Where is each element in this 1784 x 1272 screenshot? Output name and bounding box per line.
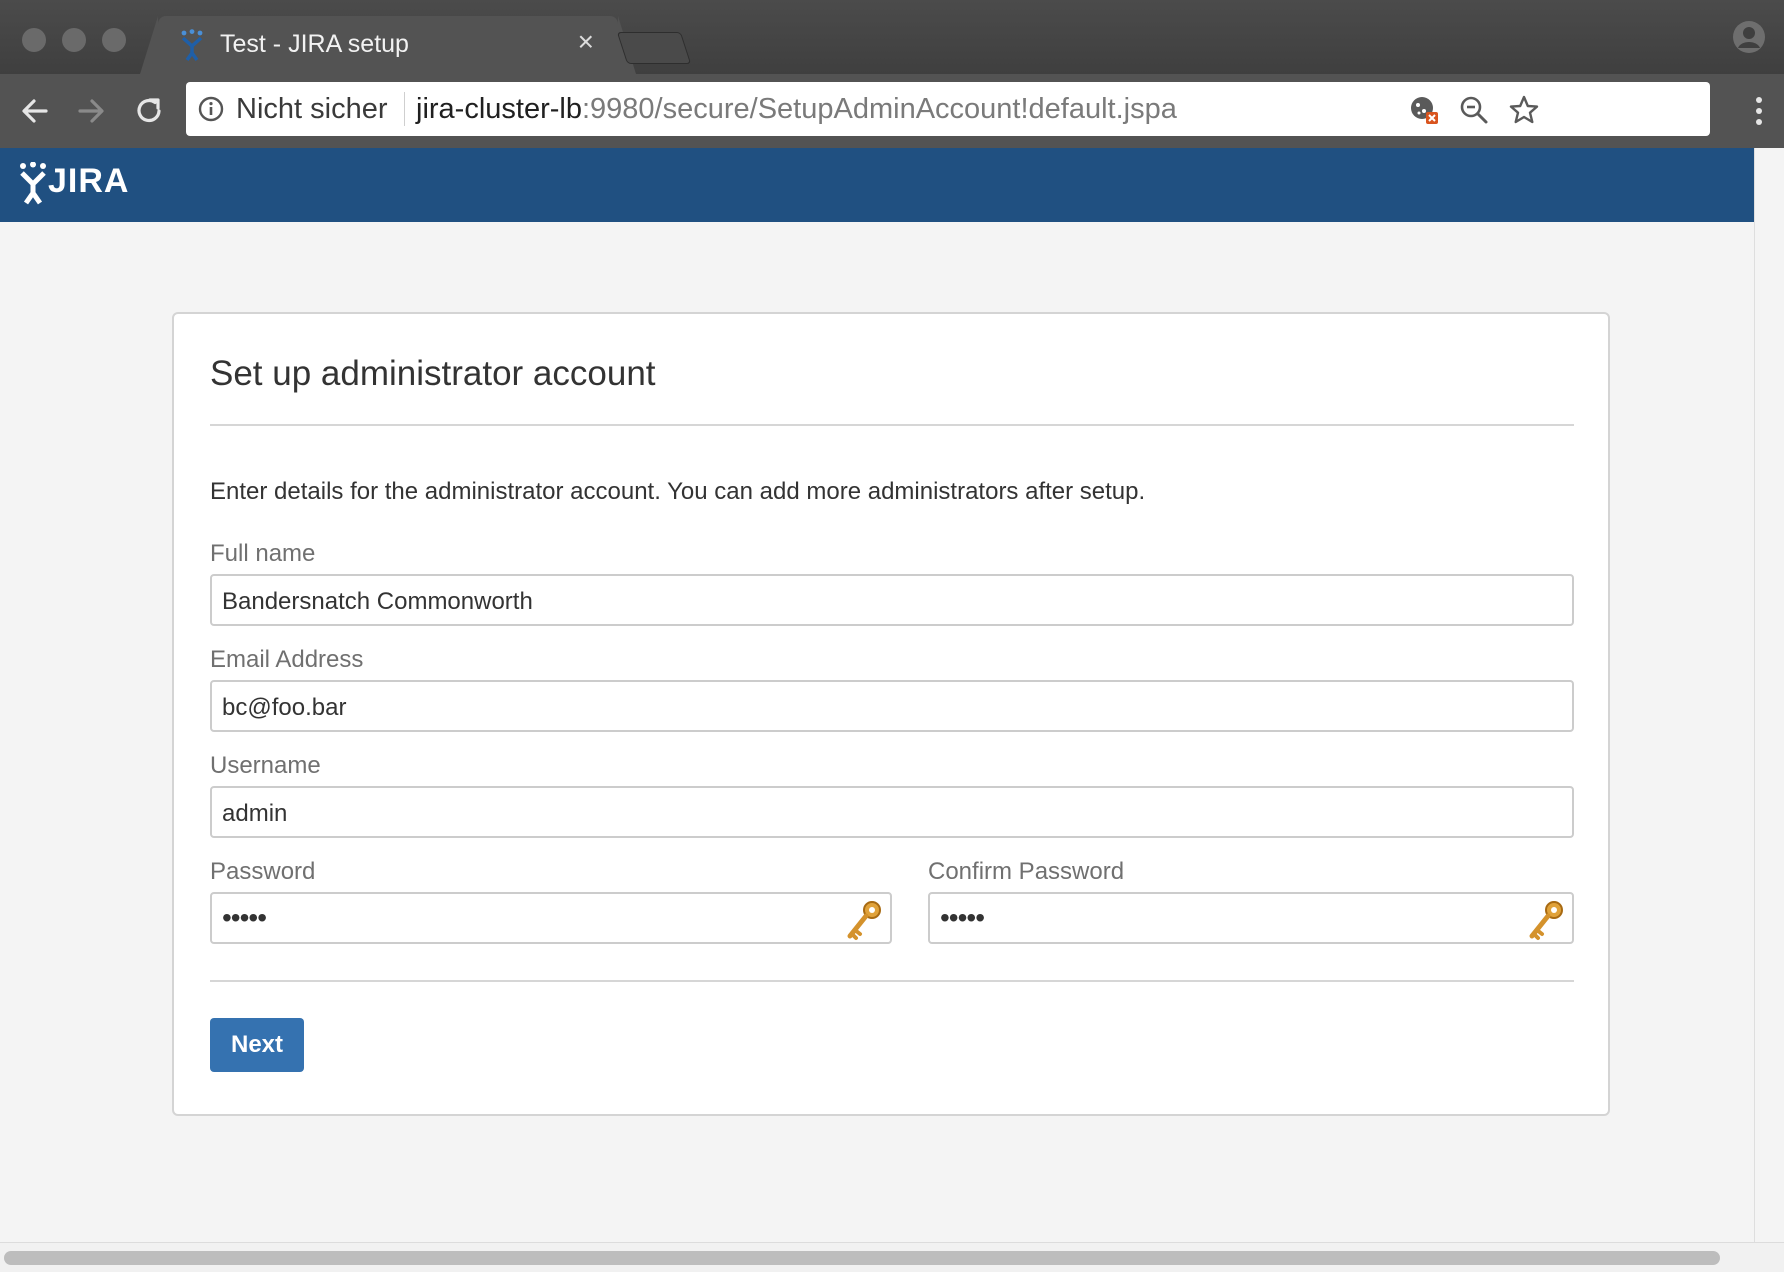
password-value: ••••• xyxy=(222,902,267,933)
back-arrow-icon[interactable] xyxy=(16,92,54,130)
horizontal-scrollbar[interactable] xyxy=(0,1242,1784,1272)
password-label: Password xyxy=(210,858,316,885)
jira-favicon-icon xyxy=(181,29,203,61)
next-button[interactable]: Next xyxy=(210,1018,304,1072)
new-tab-button[interactable] xyxy=(616,32,692,64)
page-viewport: JIRA Set up administrator account Enter … xyxy=(0,148,1754,1242)
key-icon[interactable] xyxy=(844,898,884,942)
horizontal-scrollbar-thumb[interactable] xyxy=(4,1251,1720,1265)
tab-title: Test - JIRA setup xyxy=(220,30,409,58)
url-host: jira-cluster-lb xyxy=(416,93,582,125)
minimize-window-button[interactable] xyxy=(62,28,86,52)
url-text[interactable]: jira-cluster-lb:9980/secure/SetupAdminAc… xyxy=(416,93,1177,126)
intro-text: Enter details for the administrator acco… xyxy=(210,478,1146,505)
username-field[interactable]: admin xyxy=(210,786,1574,838)
jira-header: JIRA xyxy=(0,148,1754,222)
email-label: Email Address xyxy=(210,646,364,673)
full-name-value: Bandersnatch Commonworth xyxy=(222,588,533,615)
full-name-label: Full name xyxy=(210,540,316,567)
email-value: bc@foo.bar xyxy=(222,694,347,721)
key-icon[interactable] xyxy=(1526,898,1566,942)
address-bar[interactable]: Nicht sicher jira-cluster-lb:9980/secure… xyxy=(186,82,1710,136)
confirm-password-value: ••••• xyxy=(940,902,985,933)
tab-close-icon[interactable]: × xyxy=(578,26,594,58)
cookie-blocked-icon[interactable] xyxy=(1408,94,1440,126)
zoom-out-icon[interactable] xyxy=(1458,94,1490,126)
page-title: Set up administrator account xyxy=(210,354,656,393)
zoom-window-button[interactable] xyxy=(102,28,126,52)
username-value: admin xyxy=(222,800,288,827)
close-window-button[interactable] xyxy=(22,28,46,52)
browser-tab[interactable]: Test - JIRA setup × xyxy=(158,16,618,74)
vertical-scroll-gutter[interactable] xyxy=(1754,148,1784,1242)
email-field[interactable]: bc@foo.bar xyxy=(210,680,1574,732)
omnibox-divider xyxy=(404,92,405,126)
title-divider xyxy=(210,424,1574,426)
jira-logo-text[interactable]: JIRA xyxy=(48,162,129,201)
username-label: Username xyxy=(210,752,321,779)
full-name-field[interactable]: Bandersnatch Commonworth xyxy=(210,574,1574,626)
security-label[interactable]: Nicht sicher xyxy=(236,93,388,126)
info-icon[interactable] xyxy=(198,96,224,122)
url-path: :9980/secure/SetupAdminAccount!default.j… xyxy=(581,93,1177,125)
tab-strip: Test - JIRA setup × xyxy=(0,0,1784,74)
star-icon[interactable] xyxy=(1508,94,1540,126)
profile-icon[interactable] xyxy=(1732,20,1766,54)
setup-admin-card: Set up administrator account Enter detai… xyxy=(172,312,1610,1116)
jira-logo-icon[interactable] xyxy=(18,162,48,206)
password-field[interactable]: ••••• xyxy=(210,892,892,944)
more-vertical-icon[interactable] xyxy=(1754,94,1764,128)
confirm-password-label: Confirm Password xyxy=(928,858,1125,885)
confirm-password-field[interactable]: ••••• xyxy=(928,892,1574,944)
form-divider xyxy=(210,980,1574,982)
browser-toolbar: Nicht sicher jira-cluster-lb:9980/secure… xyxy=(0,74,1784,148)
reload-icon[interactable] xyxy=(130,92,168,130)
browser-window: Test - JIRA setup × Nicht sicher jira-cl… xyxy=(0,0,1784,1272)
forward-arrow-icon[interactable] xyxy=(72,92,110,130)
